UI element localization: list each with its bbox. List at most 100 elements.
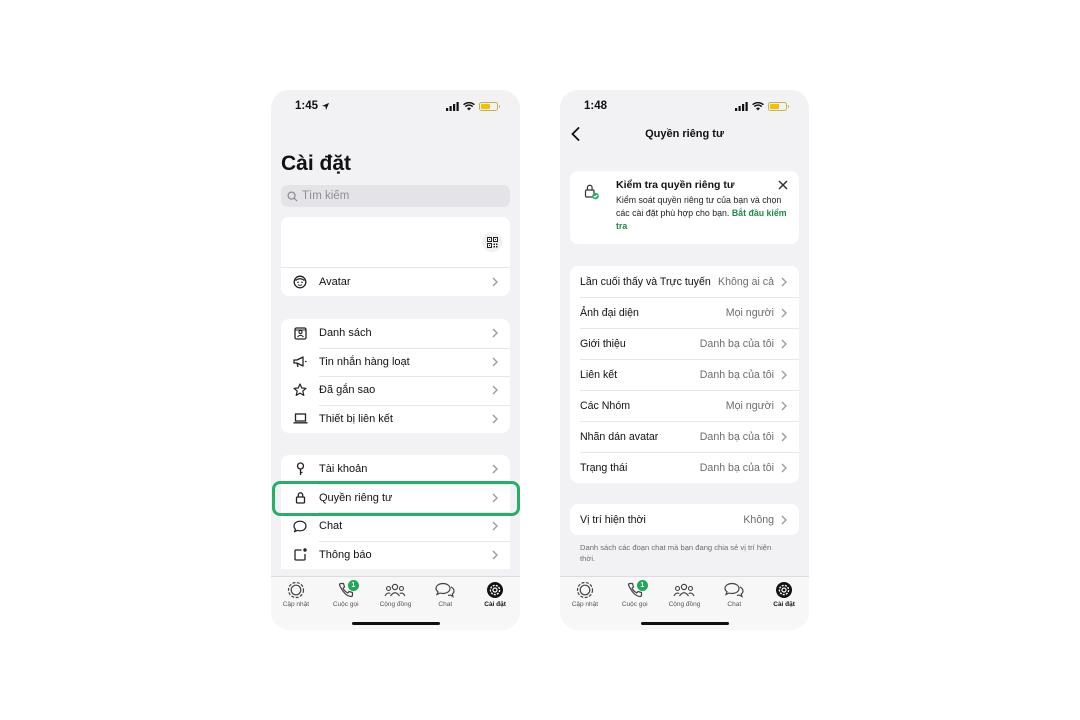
live-location-footnote: Danh sách các đoạn chat mà bạn đang chia…: [580, 543, 772, 563]
page-title: Cài đặt: [281, 152, 352, 175]
tab-updates[interactable]: Cập nhật: [271, 581, 321, 630]
avatar-icon: [291, 273, 309, 291]
tab-label: Cập nhật: [282, 601, 310, 608]
tab-label: Chat: [727, 601, 742, 608]
tab-label: Cộng đồng: [379, 601, 412, 608]
lock-check-icon: [584, 183, 600, 206]
settings-item-lists[interactable]: Danh sách: [281, 319, 510, 348]
community-icon: [673, 581, 695, 599]
settings-item-avatar[interactable]: Avatar: [281, 267, 510, 296]
settings-gear-icon: [775, 581, 793, 599]
privacy-item-status[interactable]: Trạng thái Danh bạ của tôi: [570, 452, 799, 483]
star-icon: [291, 381, 309, 399]
chevron-right-icon: [779, 337, 789, 351]
privacy-item-value: Không ai cả: [718, 275, 774, 288]
privacy-item-value: Mọi người: [725, 399, 774, 412]
privacy-item-profile-photo[interactable]: Ảnh đại diện Mọi người: [570, 297, 799, 328]
back-chevron-icon: [570, 127, 579, 141]
chevron-right-icon: [490, 548, 500, 562]
chevron-right-icon: [779, 513, 789, 527]
privacy-highlight-frame: [272, 481, 520, 516]
settings-item-account[interactable]: Tài khoản: [281, 455, 510, 484]
privacy-item-live-location[interactable]: Vị trí hiện thời Không: [570, 504, 799, 535]
settings-item-linked-devices[interactable]: Thiết bị liên kết: [281, 404, 510, 434]
search-icon: [287, 190, 298, 202]
banner-description: Kiểm soát quyền riêng tư của bạn và chọn…: [616, 194, 789, 233]
status-time: 1:45: [295, 100, 319, 112]
status-bar: 1:48: [560, 90, 809, 122]
status-time: 1:48: [584, 100, 608, 112]
chevron-right-icon: [490, 383, 500, 397]
live-location-card: Vị trí hiện thời Không: [570, 504, 799, 535]
settings-item-broadcast[interactable]: Tin nhắn hàng loạt: [281, 347, 510, 377]
chat-bubble-icon: [435, 581, 455, 599]
key-icon: [291, 460, 309, 478]
privacy-item-label: Vị trí hiện thời: [580, 513, 646, 526]
settings-gear-icon: [486, 581, 504, 599]
chevron-right-icon: [779, 461, 789, 475]
settings-item-label: Tin nhắn hàng loạt: [319, 355, 410, 368]
chevron-right-icon: [779, 399, 789, 413]
close-banner-button[interactable]: [777, 179, 789, 191]
settings-item-label: Đã gắn sao: [319, 384, 376, 397]
close-icon: [778, 180, 788, 190]
back-button[interactable]: [566, 125, 584, 143]
search-input[interactable]: [302, 190, 482, 202]
tab-settings[interactable]: Cài đặt: [470, 581, 520, 630]
chevron-right-icon: [779, 430, 789, 444]
settings-item-notifications[interactable]: Thông báo: [281, 540, 510, 570]
privacy-item-groups[interactable]: Các Nhóm Mọi người: [570, 390, 799, 421]
tab-label: Cuộc gọi: [332, 601, 359, 608]
search-bar[interactable]: [281, 185, 510, 207]
settings-item-chat[interactable]: Chat: [281, 512, 510, 541]
settings-item-label: Thiết bị liên kết: [319, 412, 393, 425]
nav-title: Quyền riêng tư: [645, 128, 724, 140]
settings-item-label: Chat: [319, 520, 343, 533]
privacy-settings-list: Lần cuối thấy và Trực tuyến Không ai cả …: [570, 266, 799, 483]
settings-group-lists: Danh sách Tin nhắn hàng loạt Đã gắn sao …: [281, 319, 510, 433]
tab-settings[interactable]: Cài đặt: [759, 581, 809, 630]
settings-item-starred[interactable]: Đã gắn sao: [281, 376, 510, 405]
privacy-checkup-banner: Kiểm tra quyền riêng tư Kiểm soát quyền …: [570, 171, 799, 244]
list-icon: [291, 324, 309, 342]
privacy-item-label: Liên kết: [580, 368, 618, 381]
battery-icon: [768, 101, 789, 111]
profile-header[interactable]: [281, 217, 510, 267]
privacy-item-avatar-stickers[interactable]: Nhãn dán avatar Danh bạ của tôi: [570, 421, 799, 452]
chevron-right-icon: [490, 462, 500, 476]
qr-code-icon: [486, 236, 498, 248]
chevron-right-icon: [490, 355, 500, 369]
privacy-item-links[interactable]: Liên kết Danh bạ của tôi: [570, 359, 799, 390]
privacy-item-value: Danh bạ của tôi: [699, 337, 774, 350]
privacy-item-label: Giới thiệu: [580, 337, 626, 350]
tab-updates[interactable]: Cập nhật: [560, 581, 610, 630]
chevron-right-icon: [490, 326, 500, 340]
megaphone-icon: [291, 353, 309, 371]
community-icon: [384, 581, 406, 599]
chevron-right-icon: [490, 275, 500, 289]
privacy-item-about[interactable]: Giới thiệu Danh bạ của tôi: [570, 328, 799, 359]
tab-label: Cộng đồng: [668, 601, 701, 608]
qr-code-button[interactable]: [482, 232, 502, 252]
status-icon: [287, 581, 305, 599]
battery-icon: [479, 101, 500, 111]
notification-icon: [291, 546, 309, 564]
calls-badge: 1: [347, 580, 359, 591]
privacy-item-value: Danh bạ của tôi: [699, 461, 774, 474]
screenshot-stage: 1:45 Cài đặt Tìm kiếm Avatar Danh sách T…: [0, 0, 1080, 720]
chevron-right-icon: [490, 412, 500, 426]
chevron-right-icon: [779, 368, 789, 382]
profile-card: Avatar: [281, 217, 510, 296]
privacy-item-value: Danh bạ của tôi: [699, 430, 774, 443]
privacy-item-value: Không: [743, 513, 774, 526]
location-arrow-icon: [321, 102, 330, 110]
laptop-icon: [291, 410, 309, 428]
privacy-item-label: Nhãn dán avatar: [580, 430, 659, 443]
tab-label: Cập nhật: [571, 601, 599, 608]
privacy-item-label: Trạng thái: [580, 461, 628, 474]
calls-badge: 1: [636, 580, 648, 591]
privacy-phone: 1:48 Quyền riêng tư Kiểm tra quyền riêng…: [560, 90, 809, 630]
privacy-item-last-seen[interactable]: Lần cuối thấy và Trực tuyến Không ai cả: [570, 266, 799, 297]
privacy-item-label: Ảnh đại diện: [580, 306, 639, 319]
settings-item-label: Thông báo: [319, 548, 372, 561]
